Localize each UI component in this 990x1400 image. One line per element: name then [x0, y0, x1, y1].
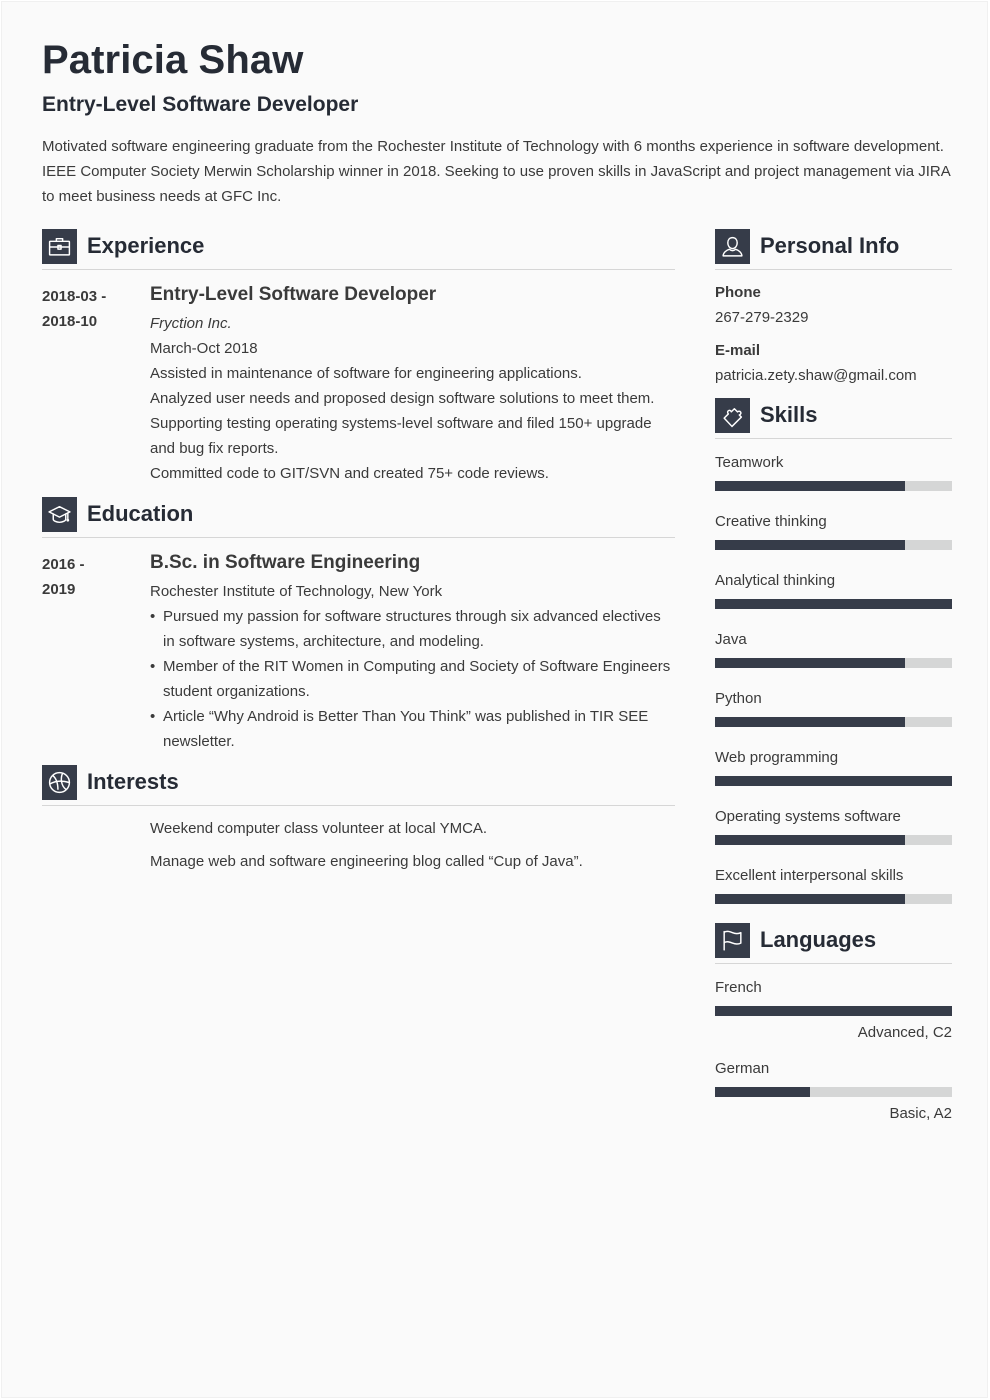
skill-name: Teamwork — [715, 454, 784, 471]
skill-name: Creative thinking — [715, 513, 827, 530]
skill-name: Excellent interpersonal skills — [715, 867, 904, 884]
skill-item: Operating systems software — [715, 807, 952, 845]
personal-info-section-header: Personal Info — [715, 229, 952, 270]
skill-level-fill — [715, 658, 905, 668]
skill-item: Python — [715, 689, 952, 727]
company-name: Fryction Inc. — [150, 315, 232, 332]
experience-entry: Entry-Level Software Developer Fryction … — [150, 282, 675, 486]
language-item: French Advanced, C2 — [715, 978, 952, 1041]
skill-level-bar — [715, 776, 952, 786]
skill-level-bar — [715, 599, 952, 609]
experience-date-end: 2018-10 — [42, 313, 98, 330]
education-bullet: Pursued my passion for software structur… — [150, 604, 675, 654]
skill-level-bar — [715, 894, 952, 904]
briefcase-icon — [42, 229, 77, 264]
personal-info-heading: Personal Info — [760, 233, 900, 258]
skill-item: Java — [715, 630, 952, 668]
education-bullets: Pursued my passion for software structur… — [150, 604, 675, 754]
email-value: patricia.zety.shaw@gmail.com — [715, 367, 917, 384]
experience-heading: Experience — [87, 233, 205, 258]
language-name: French — [715, 979, 762, 996]
skill-item: Analytical thinking — [715, 571, 952, 609]
job-duty: Assisted in maintenance of software for … — [150, 365, 582, 382]
skills-heading: Skills — [760, 402, 818, 427]
basketball-icon — [42, 765, 77, 800]
language-level-fill — [715, 1006, 952, 1016]
language-level-label: Advanced, C2 — [857, 1024, 952, 1041]
skill-level-bar — [715, 717, 952, 727]
skill-level-bar — [715, 540, 952, 550]
interest-item: Manage web and software engineering blog… — [150, 853, 583, 870]
education-heading: Education — [87, 501, 194, 526]
interests-section-header: Interests — [42, 765, 675, 806]
job-duty: Supporting testing operating systems-lev… — [150, 415, 652, 457]
puzzle-piece-icon — [715, 398, 750, 433]
skill-name: Python — [715, 690, 762, 707]
phone-value: 267-279-2329 — [715, 309, 809, 326]
skill-item: Web programming — [715, 748, 952, 786]
skill-name: Java — [715, 631, 747, 648]
education-date-start: 2016 - — [42, 556, 85, 573]
education-section-header: Education — [42, 497, 675, 538]
skill-level-fill — [715, 835, 905, 845]
education-date-end: 2019 — [42, 581, 76, 598]
language-level-bar — [715, 1006, 952, 1016]
skill-level-bar — [715, 658, 952, 668]
job-duty: Analyzed user needs and proposed design … — [150, 390, 655, 407]
user-icon — [715, 229, 750, 264]
education-entry: B.Sc. in Software Engineering Rochester … — [150, 550, 675, 754]
degree-title: B.Sc. in Software Engineering — [150, 552, 421, 573]
skill-level-fill — [715, 894, 905, 904]
skill-name: Analytical thinking — [715, 572, 836, 589]
skill-item: Excellent interpersonal skills — [715, 866, 952, 904]
experience-date-start: 2018-03 - — [42, 288, 107, 305]
skill-level-fill — [715, 776, 952, 786]
language-item: German Basic, A2 — [715, 1059, 952, 1122]
languages-heading: Languages — [760, 927, 877, 952]
skill-level-bar — [715, 481, 952, 491]
skill-level-fill — [715, 717, 905, 727]
job-period: March-Oct 2018 — [150, 340, 258, 357]
skill-item: Creative thinking — [715, 512, 952, 550]
education-bullet: Article “Why Android is Better Than You … — [150, 704, 675, 754]
graduation-cap-icon — [42, 497, 77, 532]
email-label: E-mail — [715, 342, 761, 359]
skill-level-fill — [715, 540, 905, 550]
resume-page: Patricia Shaw Entry-Level Software Devel… — [1, 1, 988, 1398]
interests-list: Weekend computer class volunteer at loca… — [150, 816, 675, 882]
education-bullet: Member of the RIT Women in Computing and… — [150, 654, 675, 704]
profile-summary: Motivated software engineering graduate … — [42, 138, 950, 205]
interests-heading: Interests — [87, 769, 179, 794]
flag-icon — [715, 923, 750, 958]
job-duty: Committed code to GIT/SVN and created 75… — [150, 465, 549, 482]
language-level-label: Basic, A2 — [889, 1105, 952, 1122]
language-level-fill — [715, 1087, 810, 1097]
candidate-name: Patricia Shaw — [42, 38, 304, 82]
candidate-title: Entry-Level Software Developer — [42, 93, 359, 116]
education-date-range: 2016 - 2019 — [42, 552, 137, 602]
language-level-bar — [715, 1087, 952, 1097]
school-name: Rochester Institute of Technology, New Y… — [150, 583, 443, 600]
experience-date-range: 2018-03 - 2018-10 — [42, 284, 137, 334]
interest-item: Weekend computer class volunteer at loca… — [150, 820, 488, 837]
skill-name: Operating systems software — [715, 808, 901, 825]
languages-section-header: Languages — [715, 923, 952, 964]
skill-level-fill — [715, 599, 952, 609]
skill-level-fill — [715, 481, 905, 491]
language-name: German — [715, 1060, 770, 1077]
skill-level-bar — [715, 835, 952, 845]
job-title: Entry-Level Software Developer — [150, 284, 437, 305]
experience-section-header: Experience — [42, 229, 675, 270]
phone-label: Phone — [715, 284, 761, 301]
skills-section-header: Skills — [715, 398, 952, 439]
skill-name: Web programming — [715, 749, 839, 766]
skill-item: Teamwork — [715, 453, 952, 491]
